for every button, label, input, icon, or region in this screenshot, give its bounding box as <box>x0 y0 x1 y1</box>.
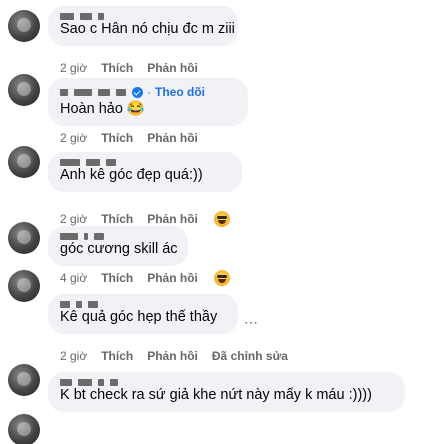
comment-author[interactable] <box>60 233 176 240</box>
comment-time[interactable]: 4 giờ <box>60 271 87 285</box>
avatar[interactable] <box>8 270 40 302</box>
comment-actions: 4 giờ Thích Phản hồi <box>60 270 244 286</box>
comment-time[interactable]: 2 giờ <box>60 349 87 363</box>
verified-badge-icon <box>132 87 143 98</box>
comment-bubble: Kê quả góc hẹp thế thầy <box>48 294 238 334</box>
comment-bubble: Sao c Hân nó chịu đc m ziii <box>48 6 238 46</box>
comment-bubble: K bt check ra sứ giả khe nứt này mấy k m… <box>48 372 405 412</box>
comment-bubble: góc cương skill ác <box>48 226 188 266</box>
follow-button[interactable]: Theo dõi <box>155 85 205 100</box>
comment-actions: 2 giờ Thích Phản hồi Đã chỉnh sửa <box>60 349 302 363</box>
avatar[interactable] <box>8 414 40 444</box>
comment-time[interactable]: 2 giờ <box>60 61 87 75</box>
like-button[interactable]: Thích <box>101 61 133 75</box>
avatar[interactable] <box>8 146 40 178</box>
reply-button[interactable]: Phản hồi <box>147 212 198 226</box>
comment-author[interactable] <box>60 159 230 166</box>
comment-text: Hoàn hảo 😂 <box>60 101 145 117</box>
avatar[interactable] <box>8 10 40 42</box>
comment-author[interactable] <box>60 301 226 308</box>
reply-button[interactable]: Phản hồi <box>147 349 198 363</box>
more-options-icon[interactable]: ⋯ <box>244 314 259 331</box>
edited-label[interactable]: Đã chỉnh sửa <box>212 349 288 363</box>
avatar[interactable] <box>8 364 40 396</box>
comment-text: góc cương skill ác <box>60 241 178 257</box>
haha-reaction-icon[interactable] <box>213 270 230 286</box>
comment-text: Sao c Hân nó chịu đc m ziii <box>60 21 235 37</box>
avatar[interactable] <box>8 222 40 254</box>
comment-time[interactable]: 2 giờ <box>60 131 87 145</box>
avatar[interactable] <box>8 74 40 106</box>
comment-time[interactable]: 2 giờ <box>60 212 87 226</box>
comment-actions: 2 giờ Thích Phản hồi <box>60 61 212 75</box>
like-button[interactable]: Thích <box>101 212 133 226</box>
like-button[interactable]: Thích <box>101 131 133 145</box>
reply-button[interactable]: Phản hồi <box>147 131 198 145</box>
haha-reaction-icon[interactable] <box>213 211 230 227</box>
like-button[interactable]: Thích <box>101 349 133 363</box>
comment-text: K bt check ra sứ giả khe nứt này mấy k m… <box>60 387 372 403</box>
separator: · <box>147 85 151 99</box>
comment-author[interactable] <box>60 13 226 20</box>
comment-author[interactable] <box>60 379 393 386</box>
comment-author[interactable]: · Theo dõi <box>60 85 236 100</box>
comment-bubble: · Theo dõi Hoàn hảo 😂 <box>48 78 248 126</box>
comment-actions: 2 giờ Thích Phản hồi <box>60 131 212 145</box>
like-button[interactable]: Thích <box>101 271 133 285</box>
comment-text: Kê quả góc hẹp thế thầy <box>60 309 218 325</box>
comment-text: Anh kê góc đẹp quá:)) <box>60 167 203 183</box>
comment-actions: 2 giờ Thích Phản hồi <box>60 211 244 227</box>
reply-button[interactable]: Phản hồi <box>147 271 198 285</box>
comment-bubble: Anh kê góc đẹp quá:)) <box>48 152 242 192</box>
reply-button[interactable]: Phản hồi <box>147 61 198 75</box>
